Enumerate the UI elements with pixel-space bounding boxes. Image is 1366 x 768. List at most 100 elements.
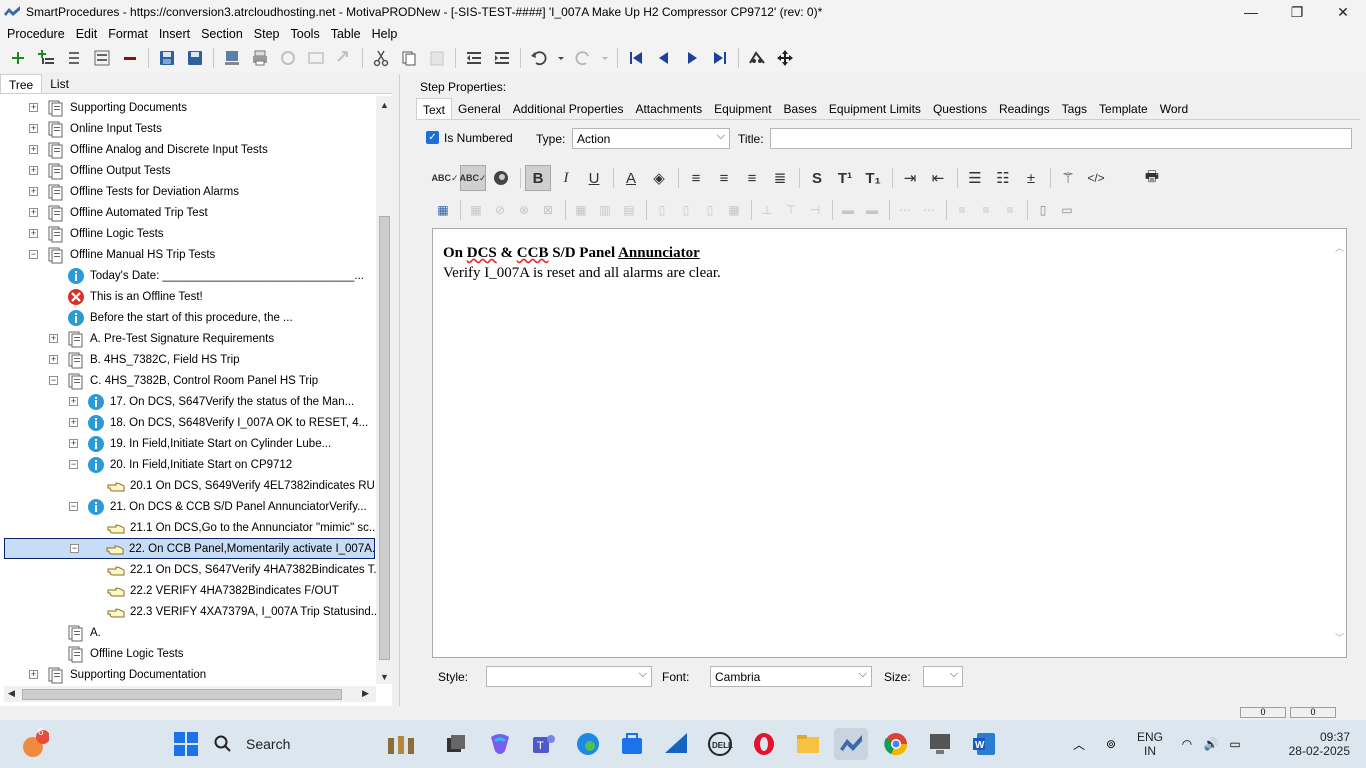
cell-align-icon[interactable]: ⋯: [894, 199, 916, 221]
chevron-down-icon[interactable]: ﹀: [1335, 631, 1344, 644]
cell-valign-icon[interactable]: ⋯: [918, 199, 940, 221]
style-select[interactable]: ⌵: [486, 666, 652, 687]
tree-node[interactable]: + Supporting Documents: [29, 97, 187, 118]
menu-tools[interactable]: Tools: [291, 27, 320, 41]
table-row-icon[interactable]: ▦: [465, 199, 487, 221]
tree-hscroll-thumb[interactable]: [22, 689, 342, 700]
increase-indent-icon[interactable]: ⇥: [897, 165, 923, 191]
tree-node[interactable]: − Offline Manual HS Trip Tests: [29, 244, 215, 265]
redo-dropdown-icon[interactable]: [600, 47, 610, 69]
edge-icon[interactable]: [572, 728, 604, 760]
tree-node[interactable]: + Offline Tests for Deviation Alarms: [29, 181, 239, 202]
scroll-down-arrow-icon[interactable]: ▼: [380, 672, 389, 682]
tab-readings[interactable]: Readings: [993, 98, 1056, 120]
expand-icon[interactable]: +: [69, 397, 78, 406]
language-indicator[interactable]: ENG IN: [1136, 730, 1164, 758]
underline-button[interactable]: U: [581, 165, 607, 191]
expand-icon[interactable]: +: [29, 103, 38, 112]
move-icon[interactable]: [774, 47, 796, 69]
redo-step-icon[interactable]: [333, 47, 355, 69]
weather-icon[interactable]: 6: [18, 727, 50, 760]
cut-icon[interactable]: [370, 47, 392, 69]
tree-node[interactable]: + Offline Analog and Discrete Input Tests: [29, 139, 268, 160]
tree-node[interactable]: − 21. On DCS & CCB S/D Panel AnnunciatorV…: [69, 496, 367, 517]
tree-node[interactable]: +18. On DCS, S648Verify I_007A OK to RES…: [69, 412, 368, 433]
panel-splitter[interactable]: [399, 74, 405, 706]
justify-icon[interactable]: ≣: [767, 165, 793, 191]
merge-col-icon[interactable]: ▯: [675, 199, 697, 221]
battery-icon[interactable]: ▭: [1224, 728, 1246, 760]
taskbar-search[interactable]: Search: [214, 728, 374, 760]
delete-col-icon[interactable]: ▦: [723, 199, 745, 221]
window-icon[interactable]: [305, 47, 327, 69]
border-bottom-icon[interactable]: ≡: [999, 199, 1021, 221]
teams-icon[interactable]: T: [528, 728, 560, 760]
menu-table[interactable]: Table: [331, 27, 361, 41]
tree-node[interactable]: + Offline Logic Tests: [29, 223, 164, 244]
strikethrough-icon[interactable]: S: [804, 165, 830, 191]
minimize-button[interactable]: —: [1228, 0, 1274, 24]
is-numbered-checkbox[interactable]: ✓: [426, 131, 439, 144]
list-icon[interactable]: [63, 47, 85, 69]
decrease-indent-icon[interactable]: ⇤: [925, 165, 951, 191]
expand-icon[interactable]: +: [49, 334, 58, 343]
tree-scroll-thumb[interactable]: [379, 216, 390, 660]
editor-scrollbar[interactable]: ︿ ﹀: [1332, 229, 1346, 657]
remove-icon[interactable]: [119, 47, 141, 69]
tab-general[interactable]: General: [452, 98, 507, 120]
magic-wand-icon[interactable]: ⚚: [1055, 165, 1081, 191]
tree-node[interactable]: 22.3 VERIFY 4XA7379A, I_007A Trip Status…: [89, 601, 376, 622]
tab-attachments[interactable]: Attachments: [629, 98, 708, 120]
clock[interactable]: 09:37 28-02-2025: [1250, 730, 1350, 758]
collapse-icon[interactable]: −: [29, 250, 38, 259]
numbered-list-icon[interactable]: ☷: [990, 165, 1016, 191]
refresh-icon[interactable]: [277, 47, 299, 69]
tree-vertical-scrollbar[interactable]: ▲ ▼: [376, 96, 392, 684]
table-merge-icon[interactable]: ⊗: [513, 199, 535, 221]
scroll-left-arrow-icon[interactable]: ◀: [8, 688, 15, 699]
tree-node[interactable]: − C. 4HS_7382B, Control Room Panel HS Tri…: [49, 370, 318, 391]
split-cells-icon[interactable]: ▬: [861, 199, 883, 221]
publish-icon[interactable]: [221, 47, 243, 69]
expand-icon[interactable]: +: [29, 187, 38, 196]
chevron-up-icon[interactable]: ︿: [1066, 728, 1092, 760]
tree-node[interactable]: + Offline Output Tests: [29, 160, 171, 181]
spellcheck-as-you-type-icon[interactable]: ABC✓: [459, 165, 487, 191]
tree-node[interactable]: Today's Date: __________________________…: [49, 265, 364, 286]
tab-list[interactable]: List: [42, 74, 77, 93]
first-icon[interactable]: [625, 47, 647, 69]
eye-icon[interactable]: [488, 165, 514, 191]
tab-text[interactable]: Text: [416, 98, 453, 120]
tree-node[interactable]: A.: [49, 622, 101, 643]
add-child-icon[interactable]: [35, 47, 57, 69]
title-input[interactable]: [770, 128, 1352, 149]
volume-icon[interactable]: 🔊: [1200, 728, 1222, 760]
tree-node[interactable]: + B. 4HS_7382C, Field HS Trip: [49, 349, 240, 370]
tree-node[interactable]: − 20. In Field,Initiate Start on CP9712: [69, 454, 292, 475]
tab-word[interactable]: Word: [1154, 98, 1194, 120]
subscript-icon[interactable]: T₁: [860, 165, 886, 191]
insert-table-icon[interactable]: ▦: [432, 199, 454, 221]
merge-cells-icon[interactable]: ▬: [837, 199, 859, 221]
collapse-icon[interactable]: −: [69, 460, 78, 469]
bold-button[interactable]: B: [525, 165, 551, 191]
tree-node[interactable]: Offline Logic Tests: [49, 643, 184, 664]
last-icon[interactable]: [709, 47, 731, 69]
row-height-icon[interactable]: ▭: [1056, 199, 1078, 221]
spellcheck-icon[interactable]: ABC✓: [431, 165, 458, 191]
font-color-icon[interactable]: A: [618, 165, 644, 191]
find-icon[interactable]: [746, 47, 768, 69]
tab-tree[interactable]: Tree: [0, 74, 43, 93]
code-view-icon[interactable]: </>: [1083, 165, 1109, 191]
add-icon[interactable]: [7, 47, 29, 69]
table-props-icon[interactable]: ▥: [594, 199, 616, 221]
collapse-icon[interactable]: −: [70, 544, 79, 553]
scroll-right-arrow-icon[interactable]: ▶: [362, 688, 369, 699]
word-icon[interactable]: W: [968, 728, 1000, 760]
tree-node[interactable]: Before the start of this procedure, the …: [49, 307, 293, 328]
chevron-up-icon[interactable]: ︿: [1335, 241, 1344, 254]
expand-icon[interactable]: +: [69, 439, 78, 448]
start-icon[interactable]: [170, 728, 202, 760]
task-view-icon[interactable]: [440, 728, 472, 760]
tree-node[interactable]: 21.1 On DCS,Go to the Annunciator "mimic…: [89, 517, 376, 538]
